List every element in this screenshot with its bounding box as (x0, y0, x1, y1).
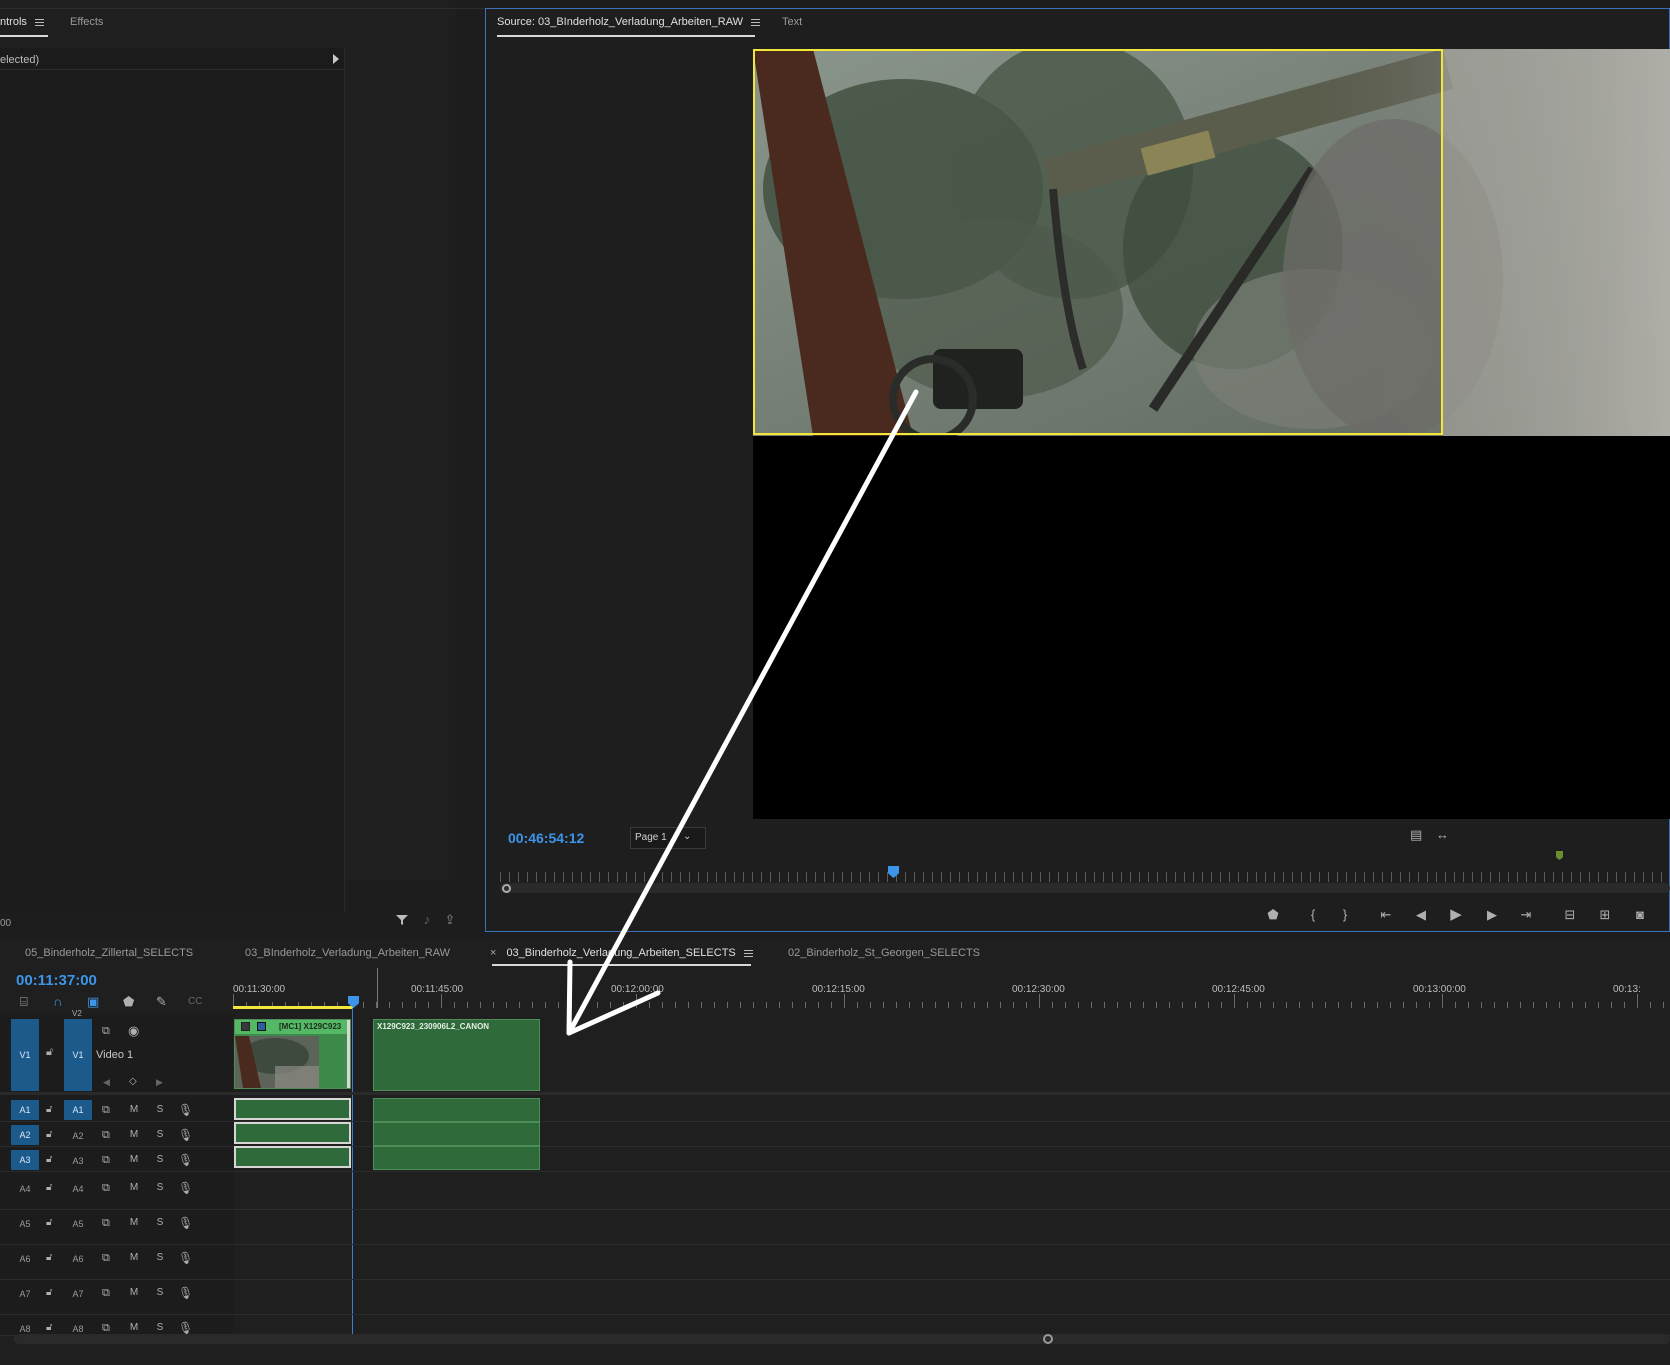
annotation-arrow (566, 389, 919, 1036)
scroll-handle[interactable] (1043, 1334, 1053, 1344)
timeline-scrollbar[interactable] (14, 1334, 1670, 1344)
